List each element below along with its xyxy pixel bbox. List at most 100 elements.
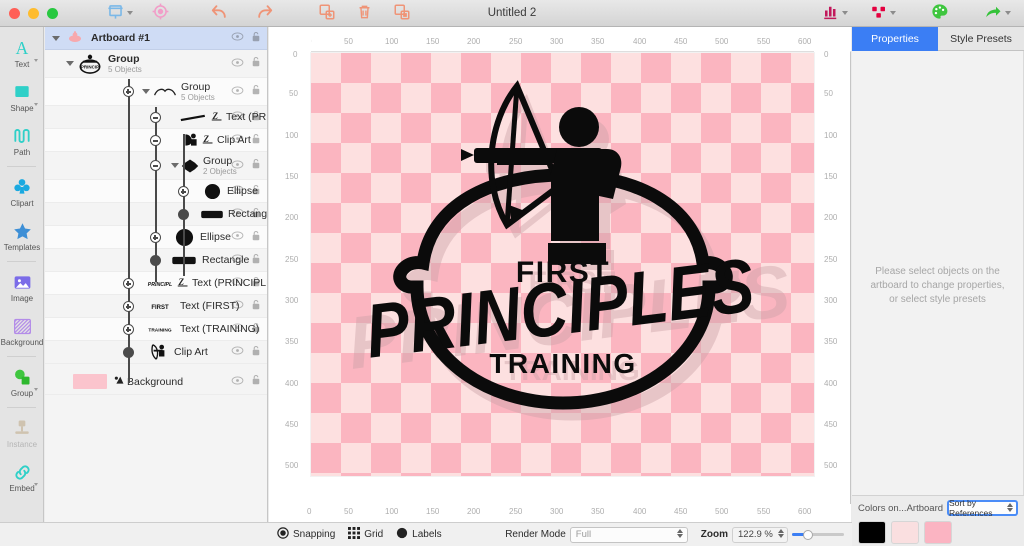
tab-properties[interactable]: Properties xyxy=(852,27,938,51)
disclosure-triangle-icon[interactable] xyxy=(171,163,179,168)
layer-row-group-1[interactable]: PRINCIP Group 5 Objects xyxy=(45,50,267,78)
color-swatches[interactable] xyxy=(858,521,1018,544)
lock-icon[interactable] xyxy=(251,133,261,148)
layer-controls[interactable] xyxy=(231,253,261,268)
palette-button[interactable] xyxy=(927,0,952,26)
eye-icon[interactable] xyxy=(231,134,244,146)
eye-icon[interactable] xyxy=(231,231,244,243)
distribute-button[interactable] xyxy=(867,0,899,26)
layer-row-text-first[interactable]: FIRST Text (FIRST) xyxy=(45,295,267,318)
delete-button[interactable] xyxy=(353,0,376,26)
expand-node-icon[interactable] xyxy=(123,86,134,97)
lock-icon[interactable] xyxy=(251,374,261,389)
collapse-node-icon[interactable] xyxy=(150,135,161,146)
leaf-node-icon[interactable] xyxy=(178,209,189,220)
eye-icon[interactable] xyxy=(231,185,244,197)
layer-controls[interactable] xyxy=(231,374,261,389)
stepper-icon[interactable] xyxy=(778,528,784,538)
tool-embed[interactable]: Embed xyxy=(0,455,44,499)
eye-icon[interactable] xyxy=(231,376,244,388)
layer-controls[interactable] xyxy=(231,322,261,337)
labels-toggle[interactable]: Labels xyxy=(396,527,442,542)
eye-icon[interactable] xyxy=(231,346,244,358)
redo-button[interactable] xyxy=(251,0,279,26)
zoom-group[interactable]: Zoom 122.9 % xyxy=(701,526,844,543)
tool-text[interactable]: A Text xyxy=(0,31,44,75)
expand-node-icon[interactable] xyxy=(123,301,134,312)
target-tool-button[interactable] xyxy=(148,0,173,26)
lock-icon[interactable] xyxy=(251,158,261,173)
tool-path[interactable]: Path xyxy=(0,119,44,163)
color-swatch-light-pink[interactable] xyxy=(891,521,919,544)
sort-by-select[interactable]: Sort by References xyxy=(947,498,1018,518)
tab-style-presets[interactable]: Style Presets xyxy=(938,27,1024,51)
expand-node-icon[interactable] xyxy=(123,324,134,335)
eye-icon[interactable] xyxy=(231,32,244,44)
eye-icon[interactable] xyxy=(231,323,244,335)
lock-icon[interactable] xyxy=(251,299,261,314)
share-button[interactable] xyxy=(980,0,1014,26)
eye-icon[interactable] xyxy=(231,300,244,312)
tool-shape[interactable]: Shape xyxy=(0,75,44,119)
lock-icon[interactable] xyxy=(251,322,261,337)
leaf-node-icon[interactable] xyxy=(123,347,134,358)
lock-icon[interactable] xyxy=(251,276,261,291)
snapping-toggle[interactable]: Snapping xyxy=(277,527,335,542)
layer-controls[interactable] xyxy=(231,276,261,291)
layer-controls[interactable] xyxy=(231,230,261,245)
expand-node-icon[interactable] xyxy=(178,186,189,197)
layer-row-clipart-archer[interactable]: Clip Art xyxy=(45,341,267,364)
eye-icon[interactable] xyxy=(231,208,244,220)
logo-artwork[interactable]: FIRST TRAINING PRINCIPLES FIRST PRINCIPL… xyxy=(311,53,815,477)
minimize-button[interactable] xyxy=(28,7,39,19)
eye-icon[interactable] xyxy=(231,277,244,289)
layer-controls[interactable] xyxy=(231,56,261,71)
grid-toggle[interactable]: Grid xyxy=(348,527,383,542)
zoom-value-field[interactable]: 122.9 % xyxy=(732,526,788,543)
copy-style-button[interactable] xyxy=(390,0,414,26)
artboard-tool-button[interactable] xyxy=(103,0,136,26)
maximize-button[interactable] xyxy=(47,7,58,19)
layer-row-background[interactable]: Background xyxy=(45,369,267,395)
disclosure-triangle-icon[interactable] xyxy=(66,61,74,66)
layer-controls[interactable] xyxy=(231,299,261,314)
layer-controls[interactable] xyxy=(231,207,261,222)
collapse-node-icon[interactable] xyxy=(150,160,161,171)
zoom-slider[interactable] xyxy=(792,527,844,543)
tool-group[interactable]: Group xyxy=(0,360,44,404)
color-swatch-black[interactable] xyxy=(858,521,886,544)
eye-icon[interactable] xyxy=(231,160,244,172)
layer-controls[interactable] xyxy=(231,158,261,173)
zoom-slider-knob[interactable] xyxy=(803,529,813,540)
right-panel-tabs[interactable]: Properties Style Presets xyxy=(852,27,1024,51)
layers-panel[interactable]: Artboard #1 PRINCIP Group 5 Objects Grou… xyxy=(45,27,268,546)
lock-icon[interactable] xyxy=(251,345,261,360)
chart-button[interactable] xyxy=(819,0,851,26)
lock-icon[interactable] xyxy=(251,253,261,268)
render-mode-group[interactable]: Render Mode Full xyxy=(505,526,688,543)
tool-image[interactable]: Image xyxy=(0,265,44,309)
eye-icon[interactable] xyxy=(231,86,244,98)
lock-icon[interactable] xyxy=(251,56,261,71)
eye-icon[interactable] xyxy=(231,111,244,123)
layer-controls[interactable] xyxy=(231,133,261,148)
lock-icon[interactable] xyxy=(251,184,261,199)
disclosure-triangle-icon[interactable] xyxy=(142,89,150,94)
artboard[interactable]: FIRST TRAINING PRINCIPLES FIRST PRINCIPL… xyxy=(310,52,815,477)
lock-icon[interactable] xyxy=(251,110,261,125)
stepper-icon[interactable] xyxy=(676,528,683,538)
window-controls[interactable] xyxy=(9,7,58,19)
close-button[interactable] xyxy=(9,7,20,19)
expand-node-icon[interactable] xyxy=(123,278,134,289)
eye-icon[interactable] xyxy=(231,58,244,70)
layer-controls[interactable] xyxy=(231,84,261,99)
layer-row-artboard[interactable]: Artboard #1 xyxy=(45,27,267,50)
tool-templates[interactable]: Templates xyxy=(0,214,44,258)
layer-row-text-training[interactable]: TRAINING Text (TRAINING) xyxy=(45,318,267,341)
lock-icon[interactable] xyxy=(251,207,261,222)
lock-icon[interactable] xyxy=(251,31,261,46)
undo-button[interactable] xyxy=(205,0,233,26)
collapse-node-icon[interactable] xyxy=(150,112,161,123)
layer-controls[interactable] xyxy=(231,184,261,199)
lock-icon[interactable] xyxy=(251,84,261,99)
